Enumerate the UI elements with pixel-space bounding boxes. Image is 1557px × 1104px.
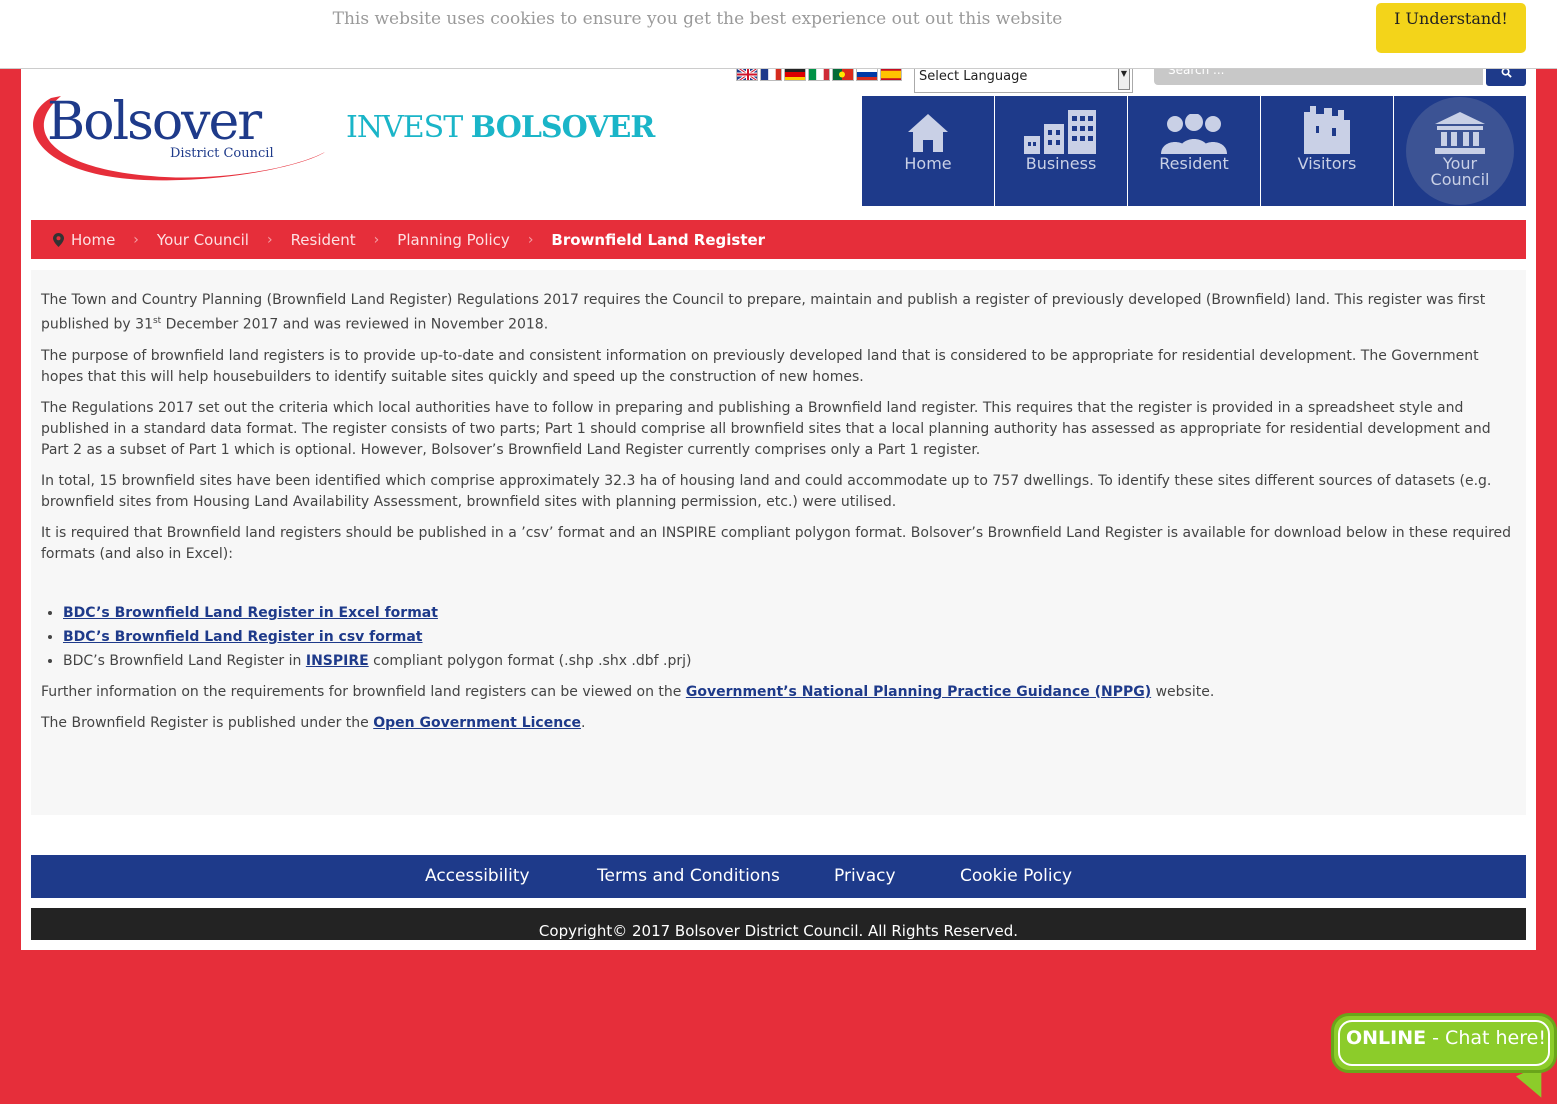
inspire-download-link[interactable]: INSPIRE [306,653,369,669]
language-select-value: Select Language [919,69,1028,84]
nav-business-label: Business [1025,154,1097,173]
logo-wordmark: Bolsover [47,92,262,152]
nav-your-council[interactable]: Your Council [1394,96,1526,206]
castle-icon [1261,106,1393,154]
invest-light: INVEST [346,110,463,145]
page-container: Select Language ▼ Search ... Bolsover Di… [21,0,1536,950]
footer-nav: Accessibility Terms and Conditions Priva… [31,855,1526,898]
breadcrumb-home[interactable]: Home [71,231,115,249]
home-icon [862,108,994,154]
nav-resident[interactable]: Resident [1128,96,1260,206]
chat-widget[interactable]: ONLINE - Chat here! [1331,1013,1557,1104]
breadcrumb-planning-policy[interactable]: Planning Policy [397,231,510,249]
nav-business[interactable]: Business [995,96,1127,206]
download-list: BDC’s Brownfield Land Register in Excel … [63,603,1516,672]
paragraph-purpose: The purpose of brownfield land registers… [41,347,1479,385]
buildings-icon [995,108,1127,154]
licence-text: The Brownfield Register is published und… [41,714,374,731]
paragraph-formats: It is required that Brownfield land regi… [41,524,1512,562]
further-info-text: Further information on the requirements … [41,683,686,700]
map-pin-icon [53,232,64,247]
nav-visitors[interactable]: Visitors [1261,96,1393,206]
csv-download-link[interactable]: BDC’s Brownfield Land Register in csv fo… [63,629,423,645]
breadcrumb-separator: › [527,231,534,248]
paragraph-sites-total: In total, 15 brownfield sites have been … [41,472,1492,510]
breadcrumb-resident[interactable]: Resident [291,231,356,249]
list-item: BDC’s Brownfield Land Register in Excel … [63,603,1516,624]
footer-accessibility-link[interactable]: Accessibility [425,866,530,886]
chat-online-label: ONLINE [1346,1027,1427,1049]
footer-cookie-policy-link[interactable]: Cookie Policy [960,866,1072,886]
chat-bubble: ONLINE - Chat here! [1331,1013,1557,1073]
chevron-down-icon[interactable]: ▼ [1118,66,1130,90]
nav-your-council-label: Your Council [1394,156,1526,188]
footer-privacy-link[interactable]: Privacy [834,866,896,886]
footer-terms-link[interactable]: Terms and Conditions [597,866,780,886]
breadcrumb-your-council[interactable]: Your Council [157,231,249,249]
breadcrumb-separator: › [266,231,273,248]
paragraph-regulations: The Regulations 2017 set out the criteri… [41,399,1491,458]
nppg-link[interactable]: Government’s National Planning Practice … [686,684,1151,700]
bolsover-logo[interactable]: Bolsover District Council [31,90,331,186]
council-building-icon [1394,108,1526,154]
nav-visitors-label: Visitors [1297,154,1357,173]
ordinal-suffix: st [152,316,162,326]
nav-your-council-line2: Council [1430,170,1490,189]
paragraph-further-info: Further information on the requirements … [41,682,1516,703]
chat-label: ONLINE - Chat here! [1346,1027,1546,1049]
paragraph-intro: The Town and Country Planning (Brownfiel… [41,290,1516,336]
list-item: BDC’s Brownfield Land Register in csv fo… [63,627,1516,648]
chat-here-label: - Chat here! [1426,1027,1546,1049]
nav-home[interactable]: Home [862,96,994,206]
excel-download-link[interactable]: BDC’s Brownfield Land Register in Excel … [63,605,438,621]
inspire-text-start: BDC’s Brownfield Land Register in [63,652,306,669]
breadcrumb-separator: › [373,231,380,248]
breadcrumb: Home › Your Council › Resident › Plannin… [31,220,1526,259]
paragraph-licence: The Brownfield Register is published und… [41,713,1516,734]
invest-bolsover-title: INVEST BOLSOVER [346,110,655,145]
nav-resident-label: Resident [1159,154,1229,173]
nav-home-label: Home [904,154,952,173]
copyright-bar: Copyright© 2017 Bolsover District Counci… [31,908,1526,940]
breadcrumb-current: Brownfield Land Register [551,230,766,249]
logo-subtitle: District Council [170,146,274,161]
invest-bold: BOLSOVER [470,110,655,145]
open-government-licence-link[interactable]: Open Government Licence [373,715,581,731]
inspire-text-end: compliant polygon format (.shp .shx .dbf… [368,652,692,669]
cookie-accept-button[interactable]: I Understand! [1376,3,1526,53]
list-item: BDC’s Brownfield Land Register in INSPIR… [63,651,1516,672]
cookie-message: This website uses cookies to ensure you … [332,9,1063,29]
further-info-text-end: website. [1151,683,1215,700]
main-content: The Town and Country Planning (Brownfiel… [31,270,1526,815]
people-icon [1128,108,1260,154]
main-nav: Home Business Resident Visitors Your Cou… [862,96,1526,206]
breadcrumb-separator: › [133,231,139,248]
cookie-bar: This website uses cookies to ensure you … [0,0,1557,69]
licence-text-end: . [581,714,586,731]
paragraph-intro-text-end: December 2017 and was reviewed in Novemb… [161,316,549,333]
